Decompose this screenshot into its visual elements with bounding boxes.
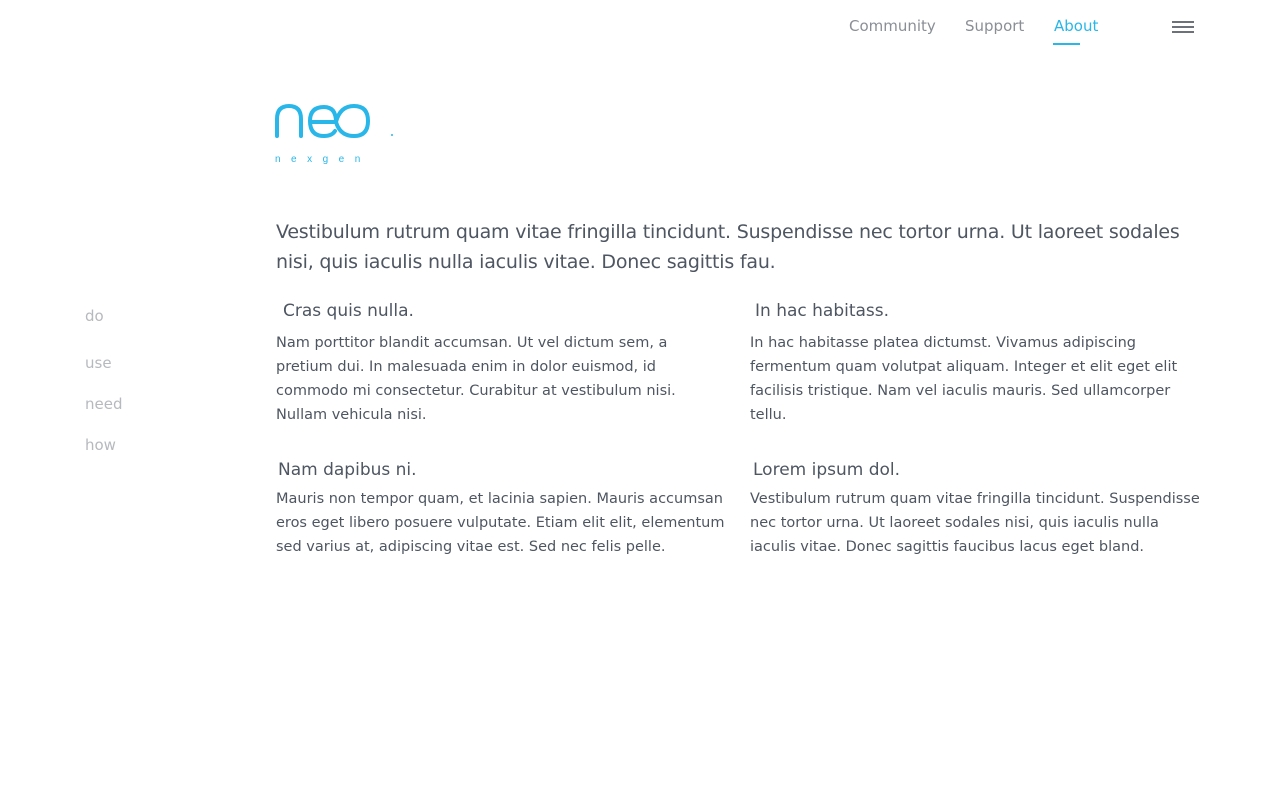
feature-text: In hac habitasse platea dictumst. Vivamu… (750, 335, 1178, 423)
feature-text: Mauris non tempor quam, et lacinia sapie… (276, 491, 725, 555)
nav-link-support[interactable]: Support (965, 16, 1024, 36)
intro-text: Vestibulum rutrum quam vitae fringilla t… (276, 221, 1180, 273)
feature-title: Nam dapibus ni. (278, 460, 417, 480)
feature-title: Lorem ipsum dol. (753, 460, 901, 480)
hamburger-menu-icon[interactable] (1172, 18, 1194, 34)
hamburger-line (1172, 31, 1194, 33)
side-nav-item-use[interactable]: use (85, 353, 112, 373)
feature-text: Nam porttitor blandit accumsan. Ut vel d… (276, 335, 676, 423)
neo-nexgen-logo[interactable]: nexgen (274, 100, 404, 170)
top-navigation: Community Support About (0, 0, 1280, 60)
feature-text: Vestibulum rutrum quam vitae fringilla t… (750, 491, 1200, 555)
side-nav-item-need[interactable]: need (85, 394, 123, 414)
nav-link-about[interactable]: About (1054, 16, 1098, 36)
hamburger-line (1172, 21, 1194, 23)
side-nav-item-how[interactable]: how (85, 435, 116, 455)
side-nav-item-do[interactable]: do (85, 306, 104, 326)
feature-title: In hac habitass. (755, 301, 890, 321)
active-nav-indicator (1053, 43, 1080, 45)
logo-mark: nexgen (275, 103, 393, 165)
nav-link-community[interactable]: Community (849, 16, 936, 36)
hamburger-line (1172, 26, 1194, 28)
feature-title: Cras quis nulla. (283, 301, 414, 321)
logo-tagline: nexgen (275, 154, 371, 165)
